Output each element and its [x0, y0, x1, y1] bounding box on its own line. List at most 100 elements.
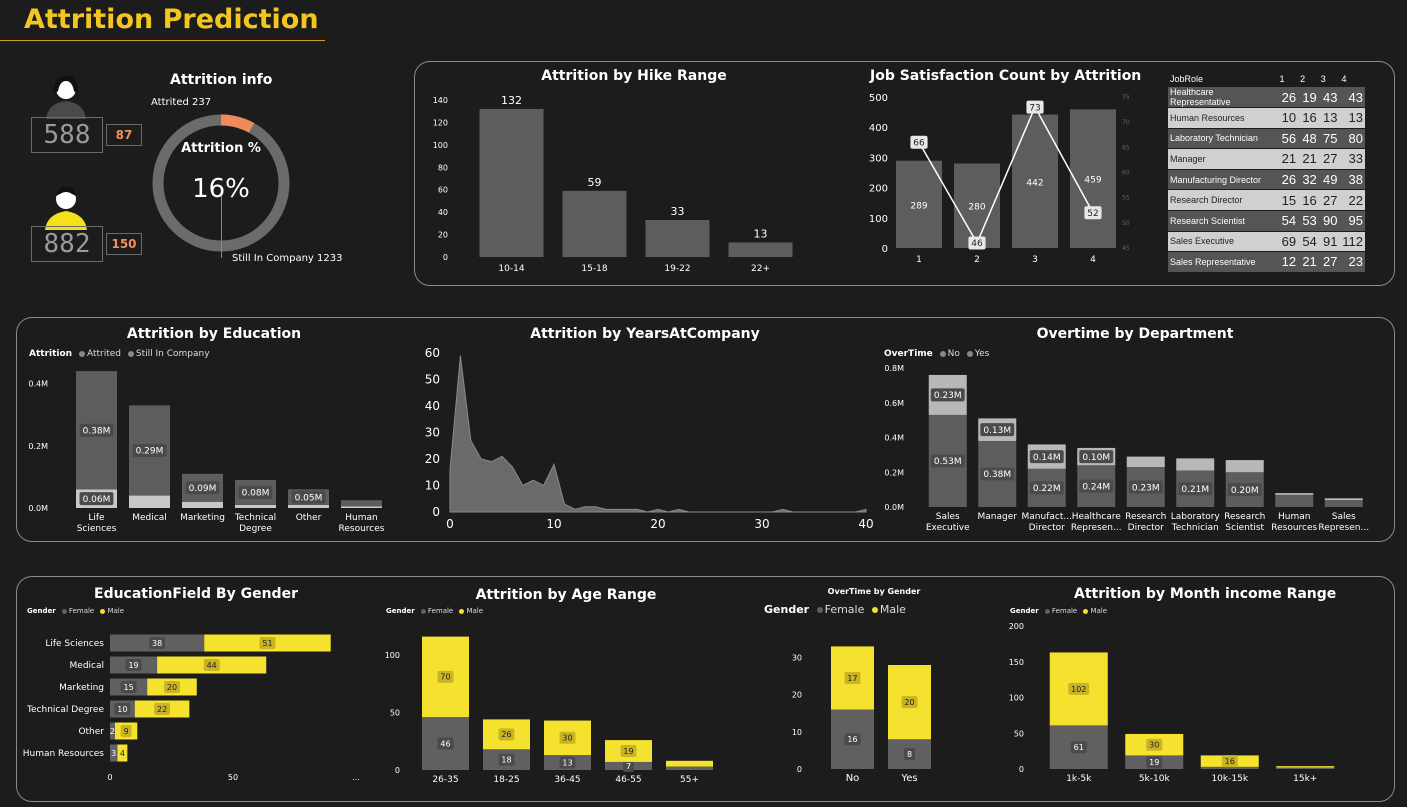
hike-bar[interactable] [728, 242, 793, 257]
overtime-dept-x-tick: Sales [936, 512, 960, 522]
jobsat-y2-tick: 75 [1122, 94, 1130, 101]
income-x-tick: 5k-10k [1139, 774, 1171, 784]
age-bar-0[interactable] [666, 766, 713, 770]
education-bar-0[interactable] [288, 504, 329, 508]
overtime-dept-data-label: 0.13M [983, 426, 1011, 436]
income-legend-female: Female [1051, 607, 1078, 615]
years-x-tick: 10 [546, 517, 561, 531]
overtime-dept-bar-1[interactable] [1225, 460, 1264, 473]
table-cell-value: 15 [1277, 189, 1299, 211]
overtime-dept-bar-1[interactable] [1126, 456, 1165, 468]
legend-dot-female [816, 607, 823, 613]
ot-gender-data-label: 17 [847, 674, 857, 683]
legend-dot-female [1044, 608, 1050, 614]
overtime-dept-bar-0[interactable] [1324, 500, 1363, 507]
overtime-dept-x-tick: Executive [926, 523, 970, 533]
overtime-dept-data-label: 0.24M [1082, 482, 1110, 492]
jobrole-header-2[interactable]: 2 [1298, 70, 1319, 87]
education-y-tick: 0.0M [28, 504, 48, 513]
education-bar-1[interactable] [341, 500, 382, 507]
jobrole-header-4[interactable]: 4 [1339, 70, 1365, 87]
education-bar-0[interactable] [129, 495, 170, 508]
education-x-tick: Degree [239, 524, 272, 534]
table-row: Healthcare Representative 26 19 43 43 [1168, 87, 1365, 108]
income-bar-0[interactable] [1276, 767, 1335, 769]
table-cell-value: 56 [1277, 128, 1299, 150]
table-cell-value: 53 [1298, 210, 1319, 232]
jobrole-header-role[interactable]: JobRole [1168, 70, 1277, 87]
table-row: Sales Executive 69 54 91 112 [1168, 231, 1365, 253]
age-bar-1[interactable] [666, 760, 713, 767]
overtime-dept-chart: 0.0M0.2M0.4M0.6M0.8M0.53M0.23MSalesExecu… [884, 364, 1369, 533]
table-cell-value: 21 [1277, 148, 1299, 170]
overtime-dept-y-tick: 0.4M [884, 434, 904, 443]
age-title: Attrition by Age Range [475, 587, 657, 603]
income-legend-male: Male [1090, 607, 1108, 615]
table-cell-value: 26 [1277, 87, 1299, 108]
overtime-dept-y-tick: 0.0M [884, 503, 904, 512]
jobsat-y-tick: 100 [869, 214, 888, 225]
donut-center-label: Attrition % [181, 141, 261, 156]
legend-dot-male [100, 608, 106, 614]
age-legend-title: Gender [386, 607, 415, 615]
jobrole-table: JobRole 1 2 3 4 Healthcare Representativ… [1168, 70, 1365, 273]
edu-gender-data-label: 51 [262, 639, 272, 648]
overtime-dept-bar-1[interactable] [1275, 493, 1314, 495]
education-data-label: 0.05M [295, 493, 323, 503]
income-data-label: 61 [1074, 743, 1084, 752]
hike-bar[interactable] [562, 190, 627, 257]
jobsat-y2-tick: 65 [1122, 144, 1130, 151]
jobsat-bar-label: 442 [1026, 178, 1043, 188]
education-bar-0[interactable] [182, 501, 223, 508]
overtime-dept-y-tick: 0.8M [884, 364, 904, 373]
jobsat-bar-label: 459 [1084, 176, 1101, 186]
income-bar-0[interactable] [1200, 766, 1259, 769]
jobsat-y2-tick: 55 [1122, 195, 1130, 202]
overtime-dept-x-tick: Technician [1171, 523, 1219, 533]
table-cell-value: 23 [1339, 251, 1365, 273]
overtime-dept-bar-1[interactable] [1324, 498, 1363, 501]
income-x-tick: 1k-5k [1066, 774, 1092, 784]
ot-gender-data-label: 16 [847, 735, 857, 744]
hike-bar[interactable] [645, 219, 710, 257]
overtime-dept-x-tick: Human [1278, 512, 1310, 522]
ot-gender-y-tick: 30 [792, 654, 802, 663]
education-x-tick: Other [296, 513, 322, 523]
hike-data-label: 13 [754, 227, 768, 240]
overtime-dept-bar-0[interactable] [1275, 494, 1314, 507]
hike-x-tick: 10-14 [498, 264, 524, 274]
education-x-tick: Life [88, 513, 105, 523]
edu-gender-legend: Gender Female Male [27, 607, 124, 615]
years-x-tick: 40 [858, 517, 873, 531]
overtime-dept-data-label: 0.38M [983, 470, 1011, 480]
ot-gender-data-label: 8 [907, 750, 912, 759]
jobsat-y2-tick: 60 [1122, 170, 1130, 177]
overtime-dept-x-tick: Represen... [1071, 523, 1122, 533]
overtime-dept-title: Overtime by Department [1036, 326, 1234, 342]
hike-bar[interactable] [479, 108, 544, 257]
jobrole-header-3[interactable]: 3 [1319, 70, 1340, 87]
hike-x-tick: 22+ [751, 264, 770, 274]
overtime-dept-bar-1[interactable] [1176, 458, 1215, 471]
female-total-count: 588 [31, 117, 103, 153]
edu-gender-data-label: 10 [117, 705, 127, 714]
education-x-tick: Medical [132, 513, 166, 523]
education-bar-0[interactable] [235, 504, 276, 508]
overtime-dept-data-label: 0.22M [1033, 484, 1061, 494]
education-legend-still: Still In Company [135, 349, 210, 359]
education-bar-0[interactable] [341, 506, 382, 508]
edu-gender-x-tick: 50 [228, 773, 238, 782]
ot-gender-y-tick: 20 [792, 691, 802, 700]
table-cell-value: 19 [1298, 87, 1319, 108]
jobrole-header-1[interactable]: 1 [1277, 70, 1298, 87]
table-cell-value: 22 [1339, 189, 1365, 211]
income-chart: 0 50 100 150 200 61 102 1k-5k 19 30 5k-10k 16 10k-15… [1009, 622, 1335, 784]
legend-dot-attrited [78, 350, 85, 357]
years-y-tick: 40 [425, 399, 440, 413]
table-cell-value: 10 [1277, 107, 1299, 129]
overtime-dept-legend-title: OverTime [884, 349, 933, 359]
education-x-tick: Human [345, 513, 377, 523]
hike-data-label: 33 [671, 205, 685, 218]
income-bar-1[interactable] [1276, 766, 1335, 768]
jobsat-bar-label: 280 [968, 203, 985, 213]
